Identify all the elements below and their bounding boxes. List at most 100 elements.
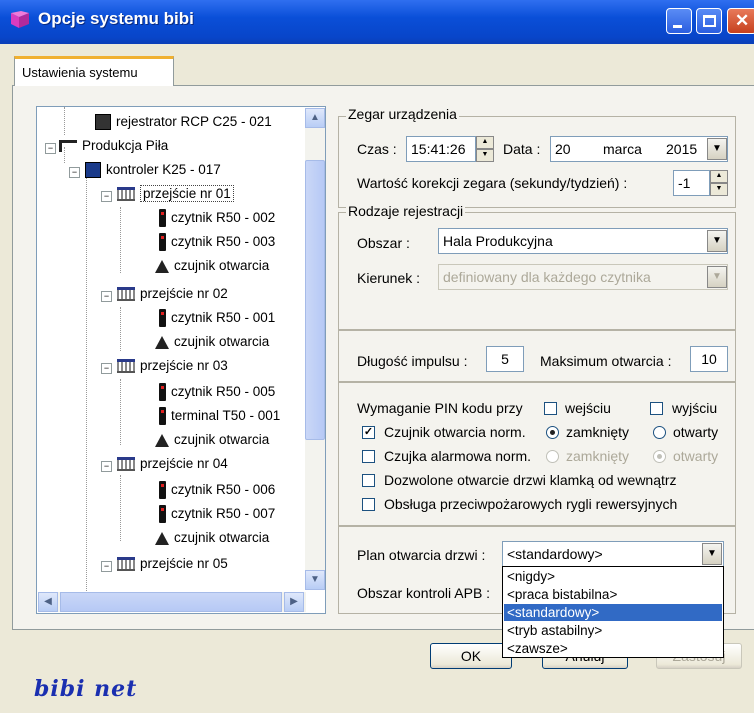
tree-node[interactable]: Produkcja Piła — [59, 137, 168, 155]
plan-dropdown-list[interactable]: <nigdy> <praca bistabilna> <standardowy>… — [502, 566, 724, 658]
registration-group-label: Rodzaje rejestracji — [346, 203, 466, 219]
tree-node-selected[interactable]: przejście nr 01 — [117, 185, 234, 203]
vertical-scroll-thumb[interactable] — [305, 160, 325, 440]
plan-option[interactable]: <nigdy> — [504, 568, 722, 585]
pin-exit-checkbox[interactable] — [650, 402, 663, 415]
date-year: 2015 — [666, 141, 698, 157]
sensor-checkbox[interactable]: ✓ — [362, 426, 375, 439]
handle-label: Dozwolone otwarcie drzwi klamką od wewną… — [384, 472, 677, 488]
app-icon — [10, 11, 30, 29]
alarm-open-radio[interactable] — [653, 450, 666, 463]
chevron-down-icon[interactable]: ▼ — [702, 543, 722, 565]
reader-icon — [159, 481, 166, 500]
tree-node[interactable]: czytnik R50 - 003 — [159, 233, 275, 252]
device-tree[interactable]: rejestrator RCP C25 - 021 − Produkcja Pi… — [36, 106, 326, 614]
tree-node[interactable]: czytnik R50 - 006 — [159, 481, 275, 500]
date-day: 20 — [555, 141, 571, 157]
tree-node[interactable]: czujnik otwarcia — [155, 257, 269, 275]
plan-option[interactable]: <praca bistabilna> — [504, 586, 722, 603]
tree-node[interactable]: czujnik otwarcia — [155, 529, 269, 547]
tree-node[interactable]: rejestrator RCP C25 - 021 — [95, 113, 272, 131]
collapse-toggle[interactable]: − — [69, 167, 80, 178]
plan-label: Plan otwarcia drzwi : — [357, 547, 486, 563]
fire-checkbox[interactable] — [362, 498, 375, 511]
scroll-right-icon[interactable]: ▶ — [284, 592, 304, 612]
maximize-icon — [703, 15, 716, 27]
horizontal-scroll-thumb[interactable] — [60, 592, 282, 612]
correction-up-icon[interactable]: ▲ — [710, 170, 728, 183]
plan-option-selected[interactable]: <standardowy> — [504, 604, 722, 621]
pin-entry-checkbox[interactable] — [544, 402, 557, 415]
impulse-length-label: Długość impulsu : — [357, 353, 468, 369]
tree-node[interactable]: przejście nr 02 — [117, 285, 228, 303]
impulse-length-input[interactable]: 5 — [486, 346, 524, 372]
sensor-icon — [155, 531, 169, 545]
plan-option[interactable]: <zawsze> — [504, 640, 722, 657]
recorder-icon — [95, 114, 111, 131]
reader-icon — [159, 407, 166, 426]
pin-entry-label: wejściu — [565, 400, 611, 416]
area-label: Obszar : — [357, 235, 410, 251]
sensor-open-radio[interactable] — [653, 426, 666, 439]
controller-icon — [85, 162, 101, 179]
tree-node[interactable]: kontroler K25 - 017 — [85, 161, 221, 179]
tab-system-settings[interactable]: Ustawienia systemu — [14, 56, 174, 86]
area-select[interactable]: Hala Produkcyjna — [438, 228, 728, 254]
sensor-open-label: otwarty — [673, 424, 719, 440]
chevron-down-icon[interactable]: ▼ — [707, 266, 727, 288]
apb-label: Obszar kontroli APB : — [357, 585, 491, 601]
chevron-down-icon[interactable]: ▼ — [707, 138, 727, 160]
tree-node[interactable]: czytnik R50 - 007 — [159, 505, 275, 524]
door-icon — [117, 457, 135, 472]
collapse-toggle[interactable]: − — [45, 143, 56, 154]
door-icon — [117, 557, 135, 572]
tree-node[interactable]: czytnik R50 - 002 — [159, 209, 275, 228]
time-down-icon[interactable]: ▼ — [476, 149, 494, 162]
collapse-toggle[interactable]: − — [101, 191, 112, 202]
pin-exit-label: wyjściu — [672, 400, 718, 416]
sensor-closed-radio[interactable] — [546, 426, 559, 439]
plan-option[interactable]: <tryb astabilny> — [504, 622, 722, 639]
scroll-left-icon[interactable]: ◀ — [38, 592, 58, 612]
brand-logo: bibi net — [34, 676, 138, 702]
alarm-closed-label: zamknięty — [566, 448, 630, 464]
tree-node[interactable]: czujnik otwarcia — [155, 333, 269, 351]
minimize-button[interactable] — [666, 8, 692, 34]
time-up-icon[interactable]: ▲ — [476, 136, 494, 149]
ok-button[interactable]: OK — [430, 643, 512, 669]
tree-node[interactable]: czujnik otwarcia — [155, 431, 269, 449]
chevron-down-icon[interactable]: ▼ — [707, 230, 727, 252]
correction-input[interactable]: -1 — [673, 170, 710, 196]
collapse-toggle[interactable]: − — [101, 461, 112, 472]
scroll-up-icon[interactable]: ▲ — [305, 108, 325, 128]
tree-node[interactable]: czytnik R50 - 005 — [159, 383, 275, 402]
collapse-toggle[interactable]: − — [101, 561, 112, 572]
correction-down-icon[interactable]: ▼ — [710, 183, 728, 196]
tree-node[interactable]: terminal T50 - 001 — [159, 407, 280, 426]
scroll-down-icon[interactable]: ▼ — [305, 570, 325, 590]
max-open-input[interactable]: 10 — [690, 346, 728, 372]
max-open-label: Maksimum otwarcia : — [540, 353, 672, 369]
tree-node[interactable]: przejście nr 03 — [117, 357, 228, 375]
maximize-button[interactable] — [696, 8, 722, 34]
collapse-toggle[interactable]: − — [101, 363, 112, 374]
tree-node[interactable]: przejście nr 04 — [117, 455, 228, 473]
alarm-checkbox[interactable] — [362, 450, 375, 463]
handle-checkbox[interactable] — [362, 474, 375, 487]
sensor-icon — [155, 433, 169, 447]
reader-icon — [159, 309, 166, 328]
direction-select[interactable]: definiowany dla każdego czytnika — [438, 264, 728, 290]
tree-node[interactable]: czytnik R50 - 001 — [159, 309, 275, 328]
correction-label: Wartość korekcji zegara (sekundy/tydzień… — [357, 175, 628, 191]
window-title: Opcje systemu bibi — [38, 9, 194, 28]
close-button[interactable]: ✕ — [727, 8, 754, 34]
reader-icon — [159, 233, 166, 252]
time-input[interactable]: 15:41:26 — [406, 136, 476, 162]
tree-node[interactable]: przejście nr 05 — [117, 555, 228, 573]
plan-select[interactable]: <standardowy> — [502, 541, 724, 567]
clock-group-label: Zegar urządzenia — [346, 106, 459, 122]
collapse-toggle[interactable]: − — [101, 291, 112, 302]
alarm-closed-radio[interactable] — [546, 450, 559, 463]
date-picker[interactable]: 20 marca 2015 — [550, 136, 728, 162]
alarm-label: Czujka alarmowa norm. — [384, 448, 532, 464]
